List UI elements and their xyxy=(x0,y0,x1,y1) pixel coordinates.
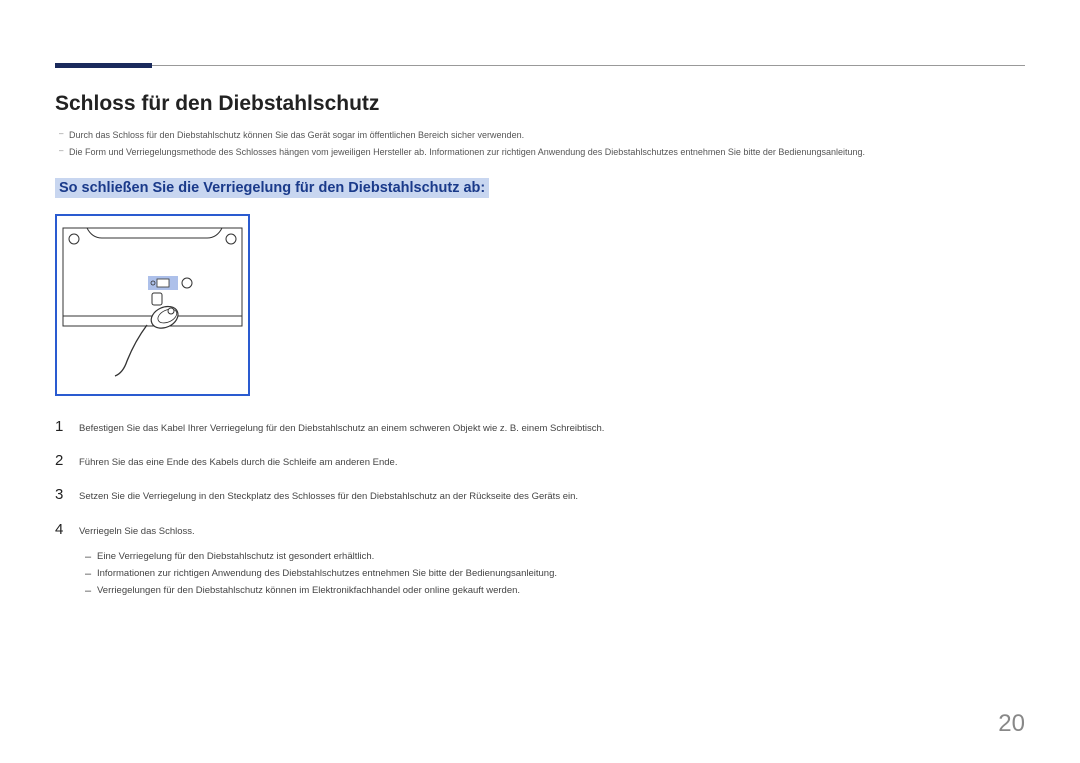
step-number: 1 xyxy=(55,418,79,435)
intro-item: Die Form und Verriegelungsmethode des Sc… xyxy=(55,145,1025,159)
step-item: 4 Verriegeln Sie das Schloss. xyxy=(55,521,1025,539)
note-item: Eine Verriegelung für den Diebstahlschut… xyxy=(79,549,1025,564)
note-item: Informationen zur richtigen Anwendung de… xyxy=(79,566,1025,581)
header-rule xyxy=(55,65,1025,66)
step-item: 2 Führen Sie das eine Ende des Kabels du… xyxy=(55,452,1025,470)
step-text: Befestigen Sie das Kabel Ihrer Verriegel… xyxy=(79,422,604,436)
step-list: 1 Befestigen Sie das Kabel Ihrer Verrieg… xyxy=(55,418,1025,539)
step-item: 3 Setzen Sie die Verriegelung in den Ste… xyxy=(55,486,1025,504)
page-heading: Schloss für den Diebstahlschutz xyxy=(55,92,1025,116)
step-number: 3 xyxy=(55,486,79,503)
notes-list: Eine Verriegelung für den Diebstahlschut… xyxy=(79,549,1025,599)
section-subheading: So schließen Sie die Verriegelung für de… xyxy=(55,178,489,198)
intro-list: Durch das Schloss für den Diebstahlschut… xyxy=(55,128,1025,160)
step-number: 4 xyxy=(55,521,79,538)
step-number: 2 xyxy=(55,452,79,469)
step-text: Führen Sie das eine Ende des Kabels durc… xyxy=(79,456,397,470)
step-text: Setzen Sie die Verriegelung in den Steck… xyxy=(79,490,578,504)
intro-item: Durch das Schloss für den Diebstahlschut… xyxy=(55,128,1025,142)
header-accent xyxy=(55,63,152,68)
note-item: Verriegelungen für den Diebstahlschutz k… xyxy=(79,583,1025,598)
page-number: 20 xyxy=(998,710,1025,738)
lock-diagram xyxy=(55,214,250,396)
step-text: Verriegeln Sie das Schloss. xyxy=(79,525,195,539)
page-content: Schloss für den Diebstahlschutz Durch da… xyxy=(55,92,1025,598)
step-item: 1 Befestigen Sie das Kabel Ihrer Verrieg… xyxy=(55,418,1025,436)
lock-illustration-icon xyxy=(57,216,248,394)
